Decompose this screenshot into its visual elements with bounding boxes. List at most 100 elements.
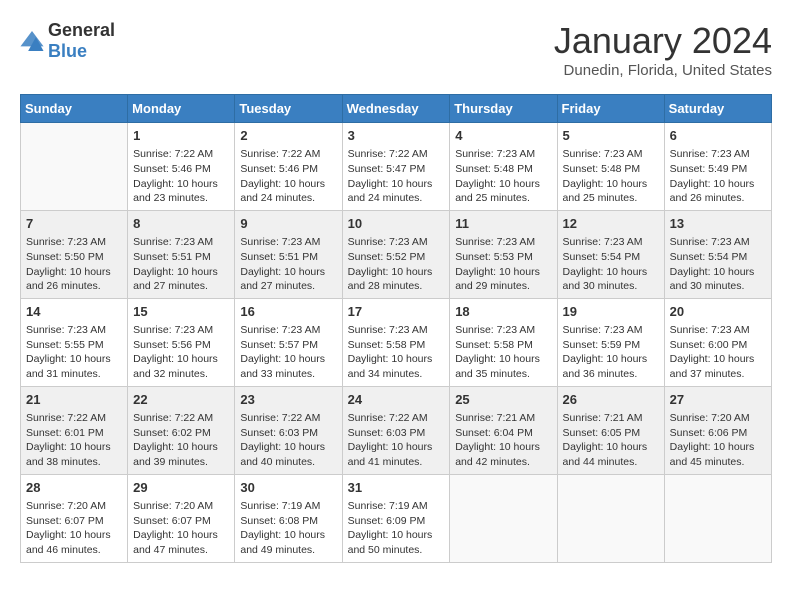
date-number: 10 <box>348 215 445 233</box>
day-info: Sunrise: 7:20 AM Sunset: 6:07 PM Dayligh… <box>26 499 122 558</box>
date-number: 29 <box>133 479 229 497</box>
day-info: Sunrise: 7:23 AM Sunset: 5:51 PM Dayligh… <box>240 235 336 294</box>
date-number: 25 <box>455 391 551 409</box>
day-info: Sunrise: 7:21 AM Sunset: 6:05 PM Dayligh… <box>563 411 659 470</box>
date-number: 22 <box>133 391 229 409</box>
calendar-cell: 13 Sunrise: 7:23 AM Sunset: 5:54 PM Dayli… <box>664 210 771 298</box>
date-number: 20 <box>670 303 766 321</box>
day-info: Sunrise: 7:23 AM Sunset: 5:50 PM Dayligh… <box>26 235 122 294</box>
calendar-cell: 19Sunrise: 7:23 AM Sunset: 5:59 PM Dayli… <box>557 298 664 386</box>
date-number: 2 <box>240 127 336 145</box>
calendar-cell: 28 Sunrise: 7:20 AM Sunset: 6:07 PM Dayli… <box>21 474 128 562</box>
calendar-cell <box>557 474 664 562</box>
day-info: Sunrise: 7:22 AM Sunset: 5:46 PM Dayligh… <box>133 147 229 206</box>
calendar-week-row: 14Sunrise: 7:23 AM Sunset: 5:55 PM Dayli… <box>21 298 772 386</box>
calendar-cell: 30 Sunrise: 7:19 AM Sunset: 6:08 PM Dayli… <box>235 474 342 562</box>
date-number: 1 <box>133 127 229 145</box>
day-info: Sunrise: 7:23 AM Sunset: 5:58 PM Dayligh… <box>455 323 551 382</box>
calendar-cell: 26 Sunrise: 7:21 AM Sunset: 6:05 PM Dayli… <box>557 386 664 474</box>
day-info: Sunrise: 7:23 AM Sunset: 5:56 PM Dayligh… <box>133 323 229 382</box>
day-info: Sunrise: 7:22 AM Sunset: 6:03 PM Dayligh… <box>240 411 336 470</box>
calendar-week-row: 7 Sunrise: 7:23 AM Sunset: 5:50 PM Daylig… <box>21 210 772 298</box>
date-number: 31 <box>348 479 445 497</box>
calendar-cell <box>450 474 557 562</box>
calendar-cell: 15 Sunrise: 7:23 AM Sunset: 5:56 PM Dayli… <box>128 298 235 386</box>
date-number: 21 <box>26 391 122 409</box>
calendar-cell: 8 Sunrise: 7:23 AM Sunset: 5:51 PM Daylig… <box>128 210 235 298</box>
day-info: Sunrise: 7:20 AM Sunset: 6:07 PM Dayligh… <box>133 499 229 558</box>
col-header-friday: Friday <box>557 95 664 123</box>
logo: General Blue <box>20 20 115 62</box>
col-header-tuesday: Tuesday <box>235 95 342 123</box>
day-info: Sunrise: 7:19 AM Sunset: 6:08 PM Dayligh… <box>240 499 336 558</box>
date-number: 4 <box>455 127 551 145</box>
page-subtitle: Dunedin, Florida, United States <box>554 62 772 79</box>
calendar-cell: 12Sunrise: 7:23 AM Sunset: 5:54 PM Dayli… <box>557 210 664 298</box>
calendar-cell: 20Sunrise: 7:23 AM Sunset: 6:00 PM Dayli… <box>664 298 771 386</box>
calendar-table: SundayMondayTuesdayWednesdayThursdayFrid… <box>20 94 772 563</box>
calendar-cell: 7 Sunrise: 7:23 AM Sunset: 5:50 PM Daylig… <box>21 210 128 298</box>
calendar-cell: 16Sunrise: 7:23 AM Sunset: 5:57 PM Dayli… <box>235 298 342 386</box>
date-number: 12 <box>563 215 659 233</box>
day-info: Sunrise: 7:23 AM Sunset: 5:48 PM Dayligh… <box>563 147 659 206</box>
day-info: Sunrise: 7:22 AM Sunset: 6:02 PM Dayligh… <box>133 411 229 470</box>
day-info: Sunrise: 7:22 AM Sunset: 6:03 PM Dayligh… <box>348 411 445 470</box>
calendar-cell: 11 Sunrise: 7:23 AM Sunset: 5:53 PM Dayli… <box>450 210 557 298</box>
calendar-cell: 25 Sunrise: 7:21 AM Sunset: 6:04 PM Dayli… <box>450 386 557 474</box>
calendar-week-row: 1 Sunrise: 7:22 AM Sunset: 5:46 PM Daylig… <box>21 123 772 211</box>
date-number: 9 <box>240 215 336 233</box>
date-number: 26 <box>563 391 659 409</box>
date-number: 13 <box>670 215 766 233</box>
calendar-cell <box>21 123 128 211</box>
calendar-cell: 10 Sunrise: 7:23 AM Sunset: 5:52 PM Dayli… <box>342 210 450 298</box>
day-info: Sunrise: 7:21 AM Sunset: 6:04 PM Dayligh… <box>455 411 551 470</box>
day-info: Sunrise: 7:22 AM Sunset: 5:47 PM Dayligh… <box>348 147 445 206</box>
day-info: Sunrise: 7:22 AM Sunset: 6:01 PM Dayligh… <box>26 411 122 470</box>
day-info: Sunrise: 7:23 AM Sunset: 5:51 PM Dayligh… <box>133 235 229 294</box>
date-number: 7 <box>26 215 122 233</box>
day-info: Sunrise: 7:22 AM Sunset: 5:46 PM Dayligh… <box>240 147 336 206</box>
date-number: 27 <box>670 391 766 409</box>
calendar-cell: 14Sunrise: 7:23 AM Sunset: 5:55 PM Dayli… <box>21 298 128 386</box>
page-title: January 2024 <box>554 20 772 62</box>
day-info: Sunrise: 7:23 AM Sunset: 5:52 PM Dayligh… <box>348 235 445 294</box>
col-header-thursday: Thursday <box>450 95 557 123</box>
calendar-cell: 29 Sunrise: 7:20 AM Sunset: 6:07 PM Dayli… <box>128 474 235 562</box>
day-info: Sunrise: 7:23 AM Sunset: 5:49 PM Dayligh… <box>670 147 766 206</box>
calendar-cell: 27 Sunrise: 7:20 AM Sunset: 6:06 PM Dayli… <box>664 386 771 474</box>
date-number: 23 <box>240 391 336 409</box>
date-number: 8 <box>133 215 229 233</box>
col-header-saturday: Saturday <box>664 95 771 123</box>
title-block: January 2024 Dunedin, Florida, United St… <box>554 20 772 79</box>
calendar-cell: 22 Sunrise: 7:22 AM Sunset: 6:02 PM Dayli… <box>128 386 235 474</box>
calendar-week-row: 28 Sunrise: 7:20 AM Sunset: 6:07 PM Dayli… <box>21 474 772 562</box>
date-number: 30 <box>240 479 336 497</box>
col-header-wednesday: Wednesday <box>342 95 450 123</box>
calendar-cell: 4Sunrise: 7:23 AM Sunset: 5:48 PM Daylig… <box>450 123 557 211</box>
calendar-cell: 18Sunrise: 7:23 AM Sunset: 5:58 PM Dayli… <box>450 298 557 386</box>
date-number: 19 <box>563 303 659 321</box>
logo-icon <box>20 31 44 51</box>
date-number: 15 <box>133 303 229 321</box>
date-number: 28 <box>26 479 122 497</box>
col-header-monday: Monday <box>128 95 235 123</box>
calendar-cell: 5 Sunrise: 7:23 AM Sunset: 5:48 PM Daylig… <box>557 123 664 211</box>
day-info: Sunrise: 7:23 AM Sunset: 5:58 PM Dayligh… <box>348 323 445 382</box>
date-number: 5 <box>563 127 659 145</box>
date-number: 11 <box>455 215 551 233</box>
page-header: General Blue January 2024 Dunedin, Flori… <box>20 20 772 79</box>
day-info: Sunrise: 7:23 AM Sunset: 5:55 PM Dayligh… <box>26 323 122 382</box>
calendar-cell: 1 Sunrise: 7:22 AM Sunset: 5:46 PM Daylig… <box>128 123 235 211</box>
calendar-header-row: SundayMondayTuesdayWednesdayThursdayFrid… <box>21 95 772 123</box>
calendar-cell: 9 Sunrise: 7:23 AM Sunset: 5:51 PM Daylig… <box>235 210 342 298</box>
calendar-cell: 24Sunrise: 7:22 AM Sunset: 6:03 PM Dayli… <box>342 386 450 474</box>
day-info: Sunrise: 7:23 AM Sunset: 5:54 PM Dayligh… <box>670 235 766 294</box>
calendar-cell: 2 Sunrise: 7:22 AM Sunset: 5:46 PM Daylig… <box>235 123 342 211</box>
calendar-cell: 23 Sunrise: 7:22 AM Sunset: 6:03 PM Dayli… <box>235 386 342 474</box>
calendar-cell: 31Sunrise: 7:19 AM Sunset: 6:09 PM Dayli… <box>342 474 450 562</box>
day-info: Sunrise: 7:20 AM Sunset: 6:06 PM Dayligh… <box>670 411 766 470</box>
day-info: Sunrise: 7:23 AM Sunset: 5:53 PM Dayligh… <box>455 235 551 294</box>
calendar-cell: 21 Sunrise: 7:22 AM Sunset: 6:01 PM Dayli… <box>21 386 128 474</box>
day-info: Sunrise: 7:23 AM Sunset: 5:57 PM Dayligh… <box>240 323 336 382</box>
calendar-cell: 3Sunrise: 7:22 AM Sunset: 5:47 PM Daylig… <box>342 123 450 211</box>
